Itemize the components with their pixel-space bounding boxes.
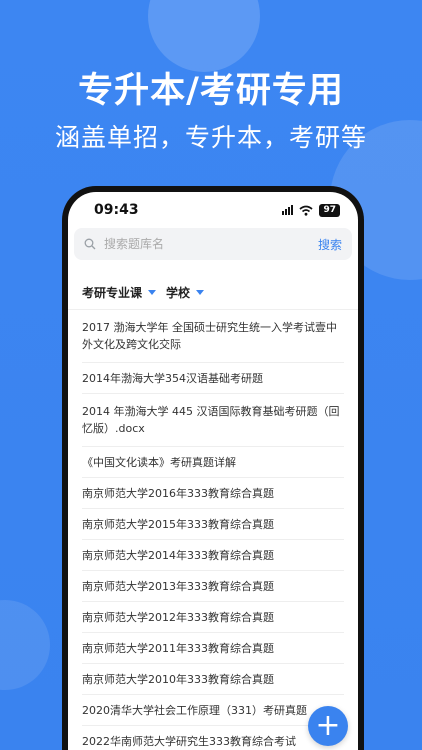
status-icons: 97 [282, 203, 340, 217]
phone-frame: 09:43 97 搜索题库名 搜索 考研专业课 学校 2017 渤海大学年 全国… [62, 186, 364, 750]
wifi-icon [299, 205, 314, 216]
search-icon [84, 238, 96, 250]
list-item[interactable]: 《中国文化读本》考研真题详解 [82, 447, 344, 478]
list-item[interactable]: 2014年渤海大学354汉语基础考研题 [82, 363, 344, 394]
status-bar: 09:43 97 [68, 192, 358, 228]
category-filter-label: 考研专业课 [82, 286, 143, 300]
phone-screen: 09:43 97 搜索题库名 搜索 考研专业课 学校 2017 渤海大学年 全国… [68, 192, 358, 750]
status-time: 09:43 [94, 202, 139, 218]
caret-down-icon [148, 290, 157, 295]
battery-indicator: 97 [319, 203, 340, 217]
list-item[interactable]: 2014 年渤海大学 445 汉语国际教育基础考研题（回忆版）.docx [82, 394, 344, 447]
list-item[interactable]: 南京师范大学2013年333教育综合真题 [82, 571, 344, 602]
promo-subline: 涵盖单招，专升本，考研等 [54, 123, 367, 152]
promo-background: 专升本/考研专用 涵盖单招，专升本，考研等 09:43 97 搜索题库名 搜索 … [0, 0, 422, 750]
category-filter[interactable]: 考研专业课 [82, 284, 157, 301]
list-item[interactable]: 南京师范大学2016年333教育综合真题 [82, 478, 344, 509]
search-bar[interactable]: 搜索 [74, 228, 352, 260]
list-item[interactable]: 2017 渤海大学年 全国硕士研究生统一入学考试壹中外文化及跨文化交际 [82, 310, 344, 363]
question-bank-list: 2017 渤海大学年 全国硕士研究生统一入学考试壹中外文化及跨文化交际 2014… [68, 310, 358, 750]
search-input[interactable] [104, 237, 318, 251]
caret-down-icon [196, 290, 205, 295]
decor-circle [0, 600, 50, 690]
signal-icon [282, 205, 294, 215]
list-item[interactable]: 2020清华大学社会工作原理（331）考研真题 [82, 695, 344, 726]
list-item[interactable]: 2022华南师范大学研究生333教育综合考试 [82, 726, 344, 750]
list-item[interactable]: 南京师范大学2010年333教育综合真题 [82, 664, 344, 695]
school-filter[interactable]: 学校 [166, 284, 205, 301]
filter-bar: 考研专业课 学校 [68, 266, 358, 310]
search-button[interactable]: 搜索 [318, 236, 342, 253]
list-item[interactable]: 南京师范大学2015年333教育综合真题 [82, 509, 344, 540]
list-item[interactable]: 南京师范大学2014年333教育综合真题 [82, 540, 344, 571]
add-button[interactable]: + [308, 706, 348, 746]
plus-icon: + [315, 708, 341, 743]
list-item[interactable]: 南京师范大学2011年333教育综合真题 [82, 633, 344, 664]
school-filter-label: 学校 [166, 286, 191, 300]
list-item[interactable]: 南京师范大学2012年333教育综合真题 [82, 602, 344, 633]
promo-headline: 专升本/考研专用 [78, 71, 344, 111]
